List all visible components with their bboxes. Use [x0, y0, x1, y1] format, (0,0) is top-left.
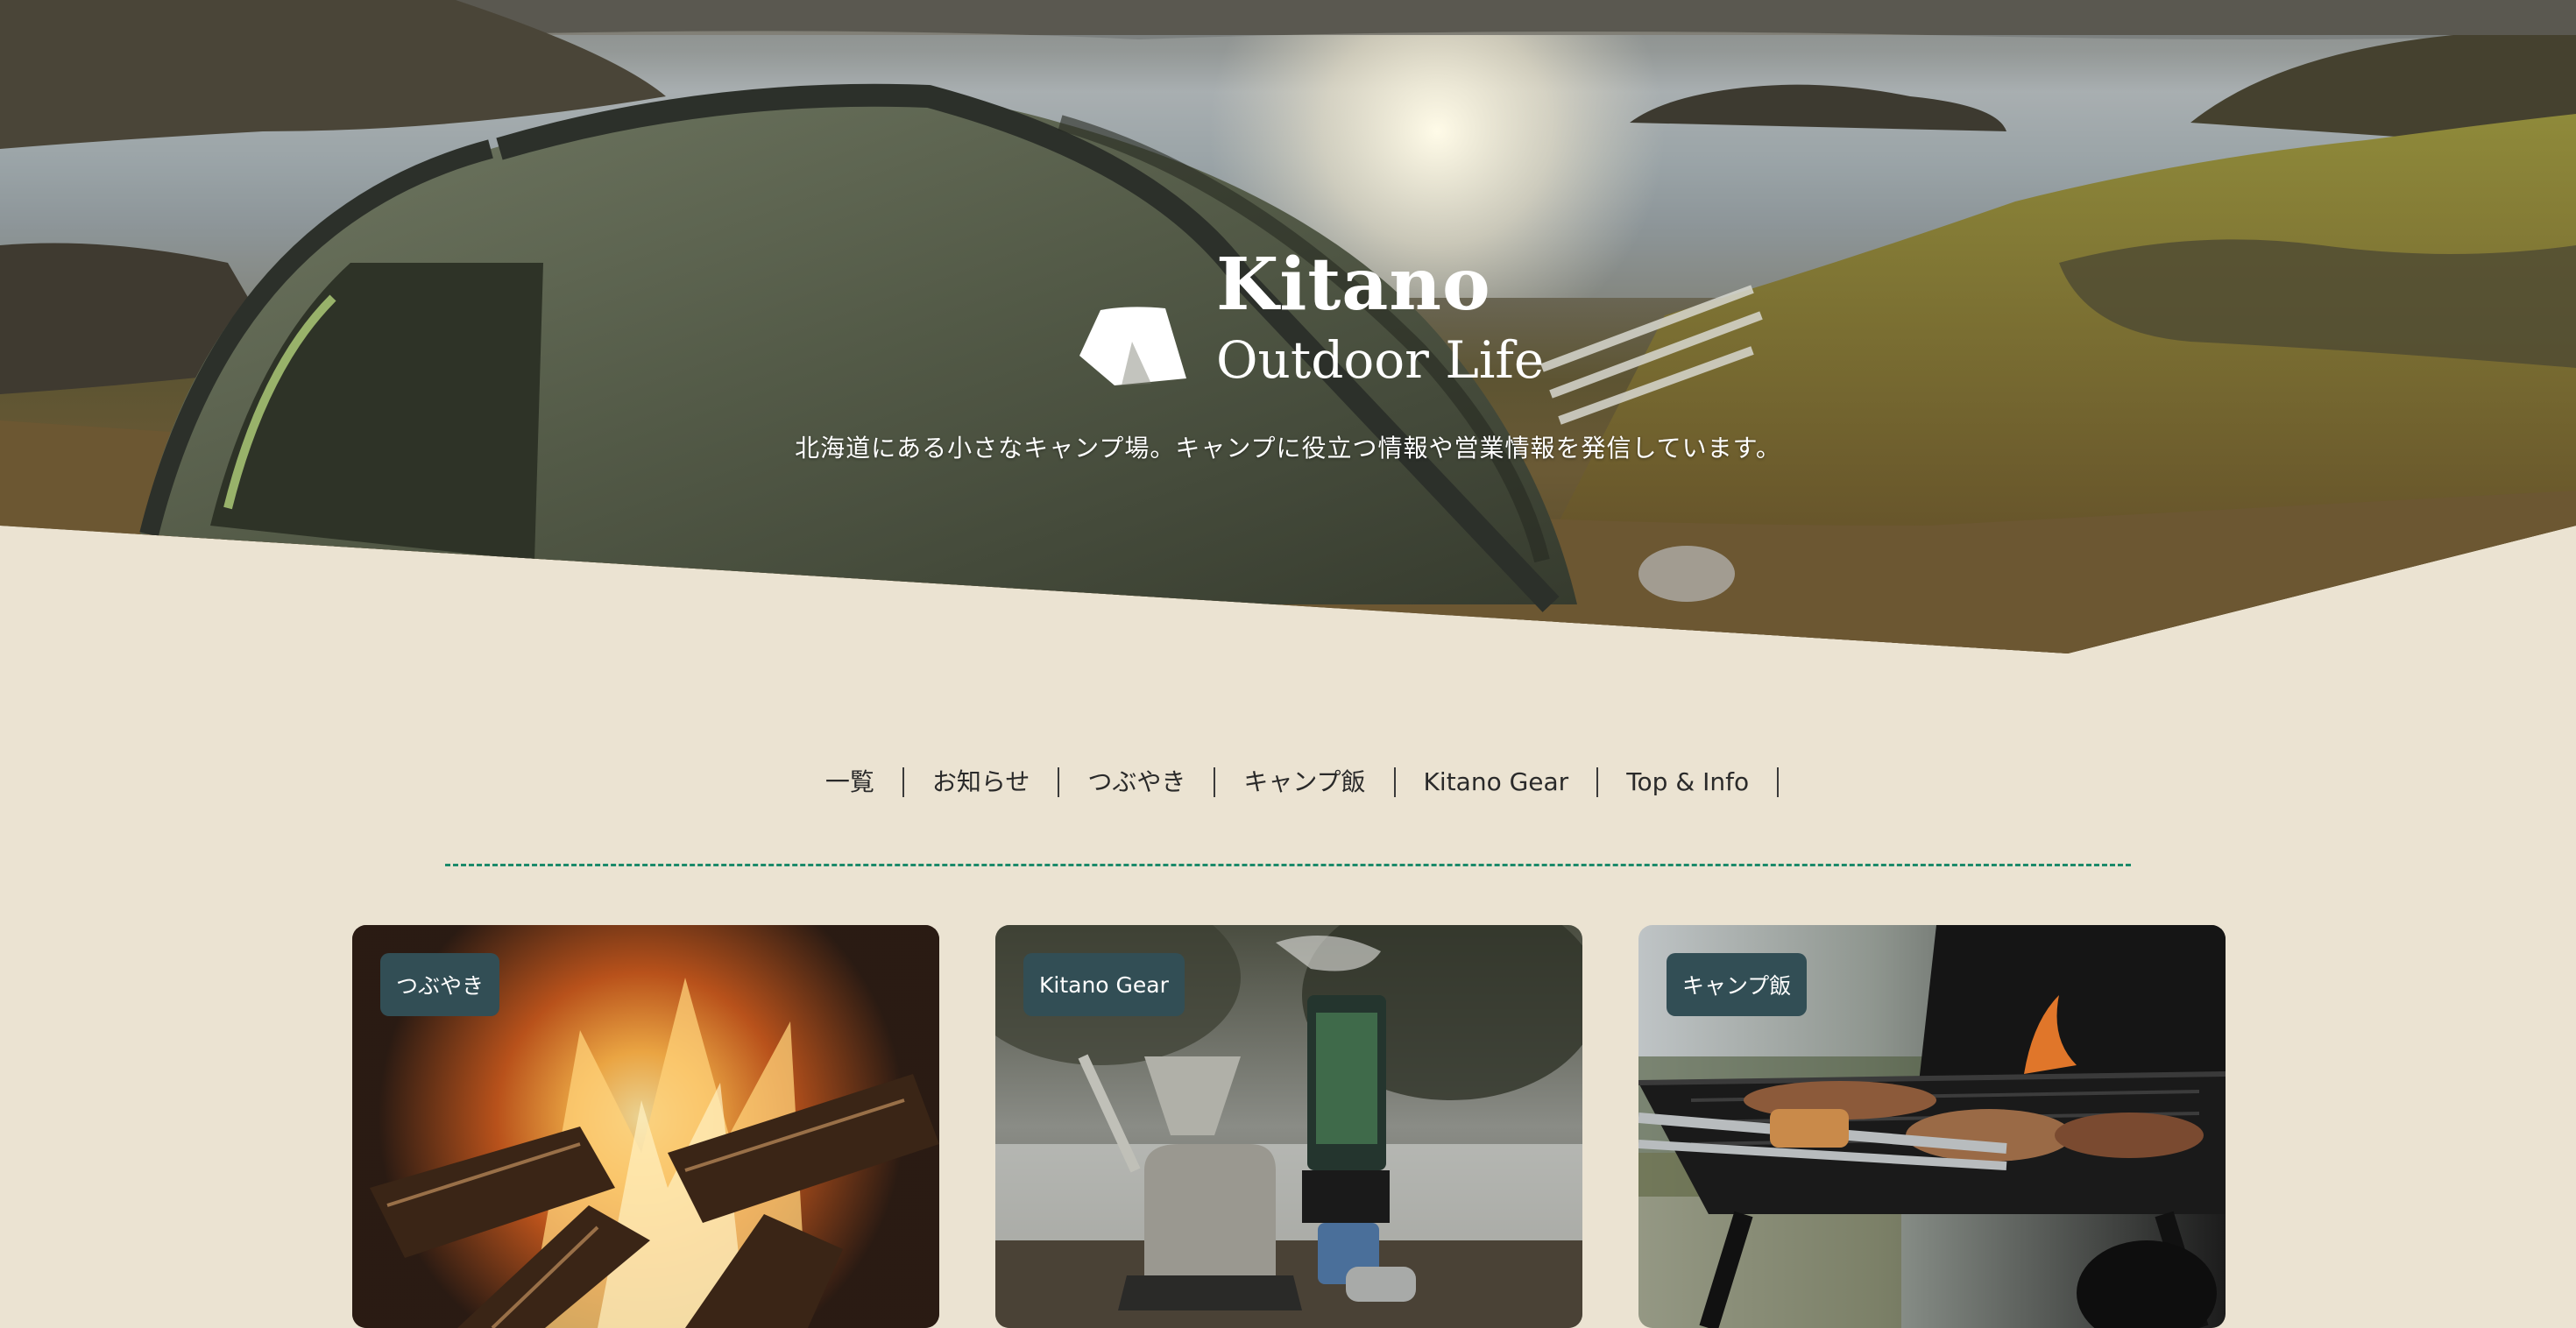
category-badge: キャンプ飯 — [1667, 953, 1808, 1016]
nav-item-news[interactable]: お知らせ — [904, 767, 1060, 797]
brand-lockup[interactable]: Kitano Outdoor Life — [1076, 243, 1544, 406]
category-badge: つぶやき — [380, 953, 500, 1016]
brand-name: Kitano — [1216, 243, 1491, 327]
hero-tagline: 北海道にある小さなキャンプ場。キャンプに役立つ情報や営業情報を発信しています。 — [795, 434, 1781, 463]
dashed-divider — [445, 864, 2131, 866]
nav-item-top-info[interactable]: Top & Info — [1598, 767, 1780, 797]
post-card[interactable]: Kitano Gear — [995, 925, 1582, 1328]
brand-subtitle: Outdoor Life — [1216, 330, 1545, 390]
nav-item-kitano-gear[interactable]: Kitano Gear — [1396, 767, 1599, 797]
post-card[interactable]: キャンプ飯 — [1638, 925, 2226, 1328]
tent-logo-icon — [1079, 307, 1186, 385]
nav-item-tweets[interactable]: つぶやき — [1059, 767, 1216, 797]
category-badge: Kitano Gear — [1023, 953, 1185, 1016]
category-nav: 一覧 お知らせ つぶやき キャンプ飯 Kitano Gear Top & Inf… — [0, 767, 2576, 797]
nav-item-camp-meals[interactable]: キャンプ飯 — [1215, 767, 1396, 797]
hero-banner: Kitano Outdoor Life 北海道にある小さなキャンプ場。キャンプに… — [0, 0, 2576, 653]
nav-item-all[interactable]: 一覧 — [797, 767, 904, 797]
post-card[interactable]: つぶやき — [352, 925, 939, 1328]
